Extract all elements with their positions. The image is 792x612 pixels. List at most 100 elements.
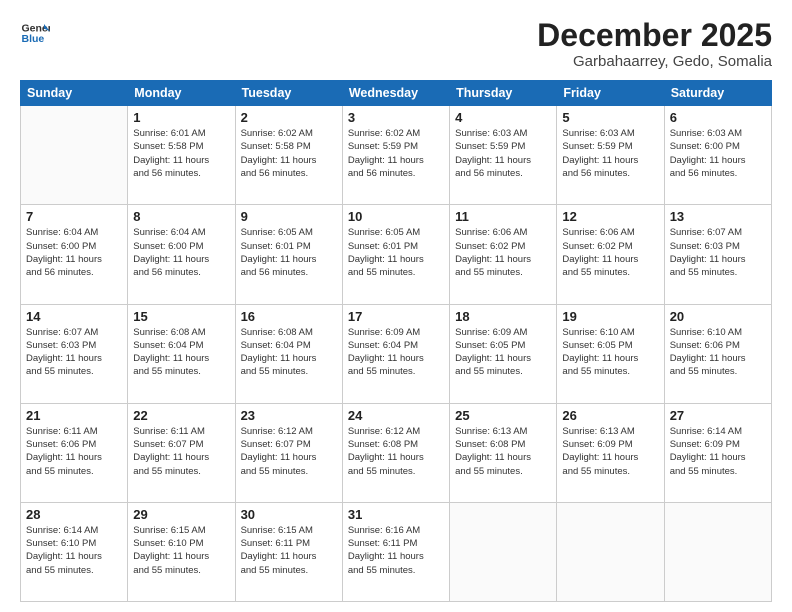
day-number: 12 [562, 209, 658, 224]
day-info: Sunrise: 6:10 AMSunset: 6:05 PMDaylight:… [562, 326, 658, 379]
day-info: Sunrise: 6:15 AMSunset: 6:10 PMDaylight:… [133, 524, 229, 577]
day-info: Sunrise: 6:16 AMSunset: 6:11 PMDaylight:… [348, 524, 444, 577]
day-info: Sunrise: 6:03 AMSunset: 5:59 PMDaylight:… [562, 127, 658, 180]
calendar-cell: 23 Sunrise: 6:12 AMSunset: 6:07 PMDayligh… [235, 403, 342, 502]
calendar-cell: 18Sunrise: 6:09 AMSunset: 6:05 PMDayligh… [450, 304, 557, 403]
day-number: 11 [455, 209, 551, 224]
calendar-cell: 8 Sunrise: 6:04 AMSunset: 6:00 PMDaylight… [128, 205, 235, 304]
weekday-header: Monday [128, 81, 235, 106]
calendar-body: 1 Sunrise: 6:01 AMSunset: 5:58 PMDaylight… [21, 106, 772, 602]
logo-icon: General Blue [20, 18, 50, 48]
svg-text:Blue: Blue [22, 33, 45, 45]
subtitle: Garbahaarrey, Gedo, Somalia [537, 53, 772, 70]
page: General Blue December 2025 Garbahaarrey,… [0, 0, 792, 612]
calendar-table: SundayMondayTuesdayWednesdayThursdayFrid… [20, 80, 772, 602]
calendar-cell [21, 106, 128, 205]
calendar-cell: 24Sunrise: 6:12 AMSunset: 6:08 PMDayligh… [342, 403, 449, 502]
day-number: 18 [455, 309, 551, 324]
day-number: 2 [241, 110, 337, 125]
day-info: Sunrise: 6:02 AMSunset: 5:58 PMDaylight:… [241, 127, 337, 180]
day-number: 1 [133, 110, 229, 125]
day-info: Sunrise: 6:08 AMSunset: 6:04 PMDaylight:… [241, 326, 337, 379]
day-number: 17 [348, 309, 444, 324]
day-number: 20 [670, 309, 766, 324]
calendar-cell: 1 Sunrise: 6:01 AMSunset: 5:58 PMDaylight… [128, 106, 235, 205]
calendar-cell: 3 Sunrise: 6:02 AMSunset: 5:59 PMDaylight… [342, 106, 449, 205]
calendar-cell: 19 Sunrise: 6:10 AMSunset: 6:05 PMDayligh… [557, 304, 664, 403]
day-number: 16 [241, 309, 337, 324]
day-info: Sunrise: 6:14 AMSunset: 6:10 PMDaylight:… [26, 524, 122, 577]
day-number: 14 [26, 309, 122, 324]
day-info: Sunrise: 6:09 AMSunset: 6:04 PMDaylight:… [348, 326, 444, 379]
calendar-cell: 26 Sunrise: 6:13 AMSunset: 6:09 PMDayligh… [557, 403, 664, 502]
calendar-week-row: 14 Sunrise: 6:07 AMSunset: 6:03 PMDayligh… [21, 304, 772, 403]
day-number: 25 [455, 408, 551, 423]
day-info: Sunrise: 6:05 AMSunset: 6:01 PMDaylight:… [348, 226, 444, 279]
calendar-cell: 16 Sunrise: 6:08 AMSunset: 6:04 PMDayligh… [235, 304, 342, 403]
calendar-cell: 30Sunrise: 6:15 AMSunset: 6:11 PMDayligh… [235, 502, 342, 601]
calendar-cell: 10Sunrise: 6:05 AMSunset: 6:01 PMDayligh… [342, 205, 449, 304]
day-info: Sunrise: 6:03 AMSunset: 6:00 PMDaylight:… [670, 127, 766, 180]
day-number: 21 [26, 408, 122, 423]
day-info: Sunrise: 6:01 AMSunset: 5:58 PMDaylight:… [133, 127, 229, 180]
day-number: 31 [348, 507, 444, 522]
day-info: Sunrise: 6:13 AMSunset: 6:09 PMDaylight:… [562, 425, 658, 478]
calendar-cell: 15Sunrise: 6:08 AMSunset: 6:04 PMDayligh… [128, 304, 235, 403]
weekday-header: Sunday [21, 81, 128, 106]
calendar-cell: 4Sunrise: 6:03 AMSunset: 5:59 PMDaylight… [450, 106, 557, 205]
day-number: 3 [348, 110, 444, 125]
day-info: Sunrise: 6:03 AMSunset: 5:59 PMDaylight:… [455, 127, 551, 180]
calendar-week-row: 28 Sunrise: 6:14 AMSunset: 6:10 PMDayligh… [21, 502, 772, 601]
title-block: December 2025 Garbahaarrey, Gedo, Somali… [537, 18, 772, 70]
weekday-header: Friday [557, 81, 664, 106]
day-info: Sunrise: 6:10 AMSunset: 6:06 PMDaylight:… [670, 326, 766, 379]
calendar-cell: 6Sunrise: 6:03 AMSunset: 6:00 PMDaylight… [664, 106, 771, 205]
day-info: Sunrise: 6:07 AMSunset: 6:03 PMDaylight:… [26, 326, 122, 379]
logo: General Blue [20, 18, 50, 48]
weekday-header: Thursday [450, 81, 557, 106]
calendar-cell [557, 502, 664, 601]
day-number: 19 [562, 309, 658, 324]
day-info: Sunrise: 6:14 AMSunset: 6:09 PMDaylight:… [670, 425, 766, 478]
day-info: Sunrise: 6:06 AMSunset: 6:02 PMDaylight:… [455, 226, 551, 279]
calendar-cell: 7 Sunrise: 6:04 AMSunset: 6:00 PMDaylight… [21, 205, 128, 304]
day-number: 29 [133, 507, 229, 522]
day-info: Sunrise: 6:04 AMSunset: 6:00 PMDaylight:… [133, 226, 229, 279]
calendar-cell [450, 502, 557, 601]
day-number: 22 [133, 408, 229, 423]
day-info: Sunrise: 6:04 AMSunset: 6:00 PMDaylight:… [26, 226, 122, 279]
weekday-header: Saturday [664, 81, 771, 106]
calendar-cell: 28 Sunrise: 6:14 AMSunset: 6:10 PMDayligh… [21, 502, 128, 601]
day-number: 26 [562, 408, 658, 423]
day-number: 8 [133, 209, 229, 224]
calendar-cell: 20 Sunrise: 6:10 AMSunset: 6:06 PMDayligh… [664, 304, 771, 403]
day-number: 30 [241, 507, 337, 522]
calendar-cell: 13Sunrise: 6:07 AMSunset: 6:03 PMDayligh… [664, 205, 771, 304]
day-info: Sunrise: 6:12 AMSunset: 6:07 PMDaylight:… [241, 425, 337, 478]
day-info: Sunrise: 6:11 AMSunset: 6:06 PMDaylight:… [26, 425, 122, 478]
day-number: 9 [241, 209, 337, 224]
calendar-cell: 2 Sunrise: 6:02 AMSunset: 5:58 PMDaylight… [235, 106, 342, 205]
day-info: Sunrise: 6:13 AMSunset: 6:08 PMDaylight:… [455, 425, 551, 478]
weekday-header: Tuesday [235, 81, 342, 106]
calendar-cell: 31 Sunrise: 6:16 AMSunset: 6:11 PMDayligh… [342, 502, 449, 601]
calendar-week-row: 1 Sunrise: 6:01 AMSunset: 5:58 PMDaylight… [21, 106, 772, 205]
day-info: Sunrise: 6:02 AMSunset: 5:59 PMDaylight:… [348, 127, 444, 180]
calendar-cell: 22 Sunrise: 6:11 AMSunset: 6:07 PMDayligh… [128, 403, 235, 502]
day-number: 7 [26, 209, 122, 224]
day-number: 27 [670, 408, 766, 423]
day-number: 23 [241, 408, 337, 423]
calendar-cell: 5Sunrise: 6:03 AMSunset: 5:59 PMDaylight… [557, 106, 664, 205]
day-number: 15 [133, 309, 229, 324]
day-info: Sunrise: 6:11 AMSunset: 6:07 PMDaylight:… [133, 425, 229, 478]
calendar-cell: 25 Sunrise: 6:13 AMSunset: 6:08 PMDayligh… [450, 403, 557, 502]
calendar-cell: 29 Sunrise: 6:15 AMSunset: 6:10 PMDayligh… [128, 502, 235, 601]
calendar-cell: 17 Sunrise: 6:09 AMSunset: 6:04 PMDayligh… [342, 304, 449, 403]
calendar-cell: 12 Sunrise: 6:06 AMSunset: 6:02 PMDayligh… [557, 205, 664, 304]
header: General Blue December 2025 Garbahaarrey,… [20, 18, 772, 70]
day-number: 28 [26, 507, 122, 522]
calendar-week-row: 21 Sunrise: 6:11 AMSunset: 6:06 PMDayligh… [21, 403, 772, 502]
calendar-week-row: 7 Sunrise: 6:04 AMSunset: 6:00 PMDaylight… [21, 205, 772, 304]
day-info: Sunrise: 6:06 AMSunset: 6:02 PMDaylight:… [562, 226, 658, 279]
calendar-cell: 21 Sunrise: 6:11 AMSunset: 6:06 PMDayligh… [21, 403, 128, 502]
